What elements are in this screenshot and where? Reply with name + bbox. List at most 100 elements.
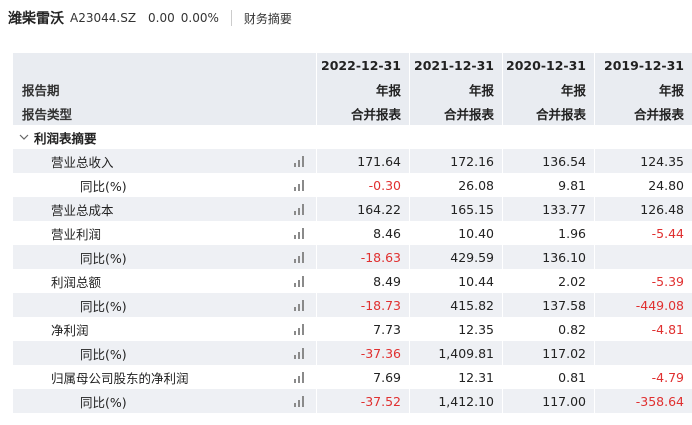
row-label-text: 同比(%) (80, 178, 127, 194)
row-label-yoy: 同比(%) (13, 245, 316, 269)
bar-chart-icon[interactable] (294, 324, 306, 335)
column-report-type: 合并报表 (502, 101, 594, 125)
row-label: 利润总额 (13, 269, 316, 293)
bar-chart-icon[interactable] (294, 228, 306, 239)
column-period: 年报 (316, 77, 409, 101)
table-cell: 117.00 (502, 389, 594, 413)
table-cell: 1.96 (502, 221, 594, 245)
bar-chart-icon[interactable] (294, 300, 306, 311)
table-cell: 0.81 (502, 365, 594, 389)
header-blank (13, 53, 316, 77)
bar-chart-icon[interactable] (294, 156, 306, 167)
row-label-text: 营业总成本 (51, 202, 114, 218)
table-cell: -4.81 (594, 317, 692, 341)
bar-chart-icon[interactable] (294, 252, 306, 263)
chevron-down-icon[interactable] (19, 132, 29, 142)
table-cell: 12.35 (409, 317, 502, 341)
section-blank (502, 125, 594, 149)
row-label: 营业总成本 (13, 197, 316, 221)
header-divider (230, 10, 232, 26)
column-date: 2022-12-31 (316, 53, 409, 77)
table-cell: 172.16 (409, 149, 502, 173)
table-cell: 124.35 (594, 149, 692, 173)
table-cell: -5.39 (594, 269, 692, 293)
bar-chart-icon[interactable] (294, 276, 306, 287)
stock-price: 0.00 (148, 11, 175, 25)
table-cell: 26.08 (409, 173, 502, 197)
table-cell: 10.44 (409, 269, 502, 293)
row-label: 营业总收入 (13, 149, 316, 173)
row-label-yoy: 同比(%) (13, 389, 316, 413)
bar-chart-icon[interactable] (294, 372, 306, 383)
table-cell: 136.10 (502, 245, 594, 269)
table-cell (594, 341, 692, 365)
period-label: 报告期 (13, 77, 316, 101)
table-cell: 137.58 (502, 293, 594, 317)
table-cell: 415.82 (409, 293, 502, 317)
table-cell: 429.59 (409, 245, 502, 269)
table-cell: -0.30 (316, 173, 409, 197)
section-blank (316, 125, 409, 149)
stock-name: 潍柴雷沃 (8, 11, 64, 27)
stock-change-pct: 0.00% (180, 11, 219, 25)
row-label-text: 净利润 (51, 322, 89, 338)
row-label: 净利润 (13, 317, 316, 341)
row-label: 营业利润 (13, 221, 316, 245)
table-cell: 9.81 (502, 173, 594, 197)
row-label-text: 归属母公司股东的净利润 (51, 370, 189, 386)
table-cell: 164.22 (316, 197, 409, 221)
table-cell: 8.46 (316, 221, 409, 245)
column-report-type: 合并报表 (316, 101, 409, 125)
section-title: 利润表摘要 (34, 130, 97, 146)
column-report-type: 合并报表 (594, 101, 692, 125)
table-cell: 171.64 (316, 149, 409, 173)
row-label-text: 同比(%) (80, 394, 127, 410)
financial-summary-table: 2022-12-31 2021-12-31 2020-12-31 2019-12… (13, 53, 692, 413)
table-cell: 12.31 (409, 365, 502, 389)
table-cell (594, 245, 692, 269)
bar-chart-icon[interactable] (294, 396, 306, 407)
row-label-text: 同比(%) (80, 346, 127, 362)
table-cell: 133.77 (502, 197, 594, 221)
row-label-yoy: 同比(%) (13, 293, 316, 317)
row-label-text: 利润总额 (51, 274, 102, 290)
table-cell: 136.54 (502, 149, 594, 173)
bar-chart-icon[interactable] (294, 348, 306, 359)
column-date: 2021-12-31 (409, 53, 502, 77)
table-cell: 24.80 (594, 173, 692, 197)
table-cell: 165.15 (409, 197, 502, 221)
table-cell: 117.02 (502, 341, 594, 365)
column-date: 2020-12-31 (502, 53, 594, 77)
row-label-text: 同比(%) (80, 298, 127, 314)
row-label-yoy: 同比(%) (13, 341, 316, 365)
bar-chart-icon[interactable] (294, 180, 306, 191)
table-cell: 1,412.10 (409, 389, 502, 413)
table-cell: 0.82 (502, 317, 594, 341)
row-label-text: 营业总收入 (51, 154, 114, 170)
bar-chart-icon[interactable] (294, 204, 306, 215)
table-cell: -5.44 (594, 221, 692, 245)
row-label-yoy: 同比(%) (13, 173, 316, 197)
section-income-statement[interactable]: 利润表摘要 (13, 125, 316, 149)
table-cell: -18.63 (316, 245, 409, 269)
section-blank (409, 125, 502, 149)
row-label: 归属母公司股东的净利润 (13, 365, 316, 389)
column-report-type: 合并报表 (409, 101, 502, 125)
table-cell: 126.48 (594, 197, 692, 221)
column-period: 年报 (409, 77, 502, 101)
table-cell: 10.40 (409, 221, 502, 245)
table-cell: 2.02 (502, 269, 594, 293)
tab-financial-summary[interactable]: 财务摘要 (244, 10, 292, 27)
table-cell: -4.79 (594, 365, 692, 389)
table-cell: -37.52 (316, 389, 409, 413)
report-type-label: 报告类型 (13, 101, 316, 125)
table-cell: -358.64 (594, 389, 692, 413)
stock-header: 潍柴雷沃 A23044.SZ 0.00 0.00% 财务摘要 (0, 0, 692, 36)
table-cell: 8.49 (316, 269, 409, 293)
column-period: 年报 (502, 77, 594, 101)
stock-code: A23044.SZ (70, 11, 137, 25)
table-cell: -449.08 (594, 293, 692, 317)
column-date: 2019-12-31 (594, 53, 692, 77)
table-cell: 1,409.81 (409, 341, 502, 365)
section-blank (594, 125, 692, 149)
